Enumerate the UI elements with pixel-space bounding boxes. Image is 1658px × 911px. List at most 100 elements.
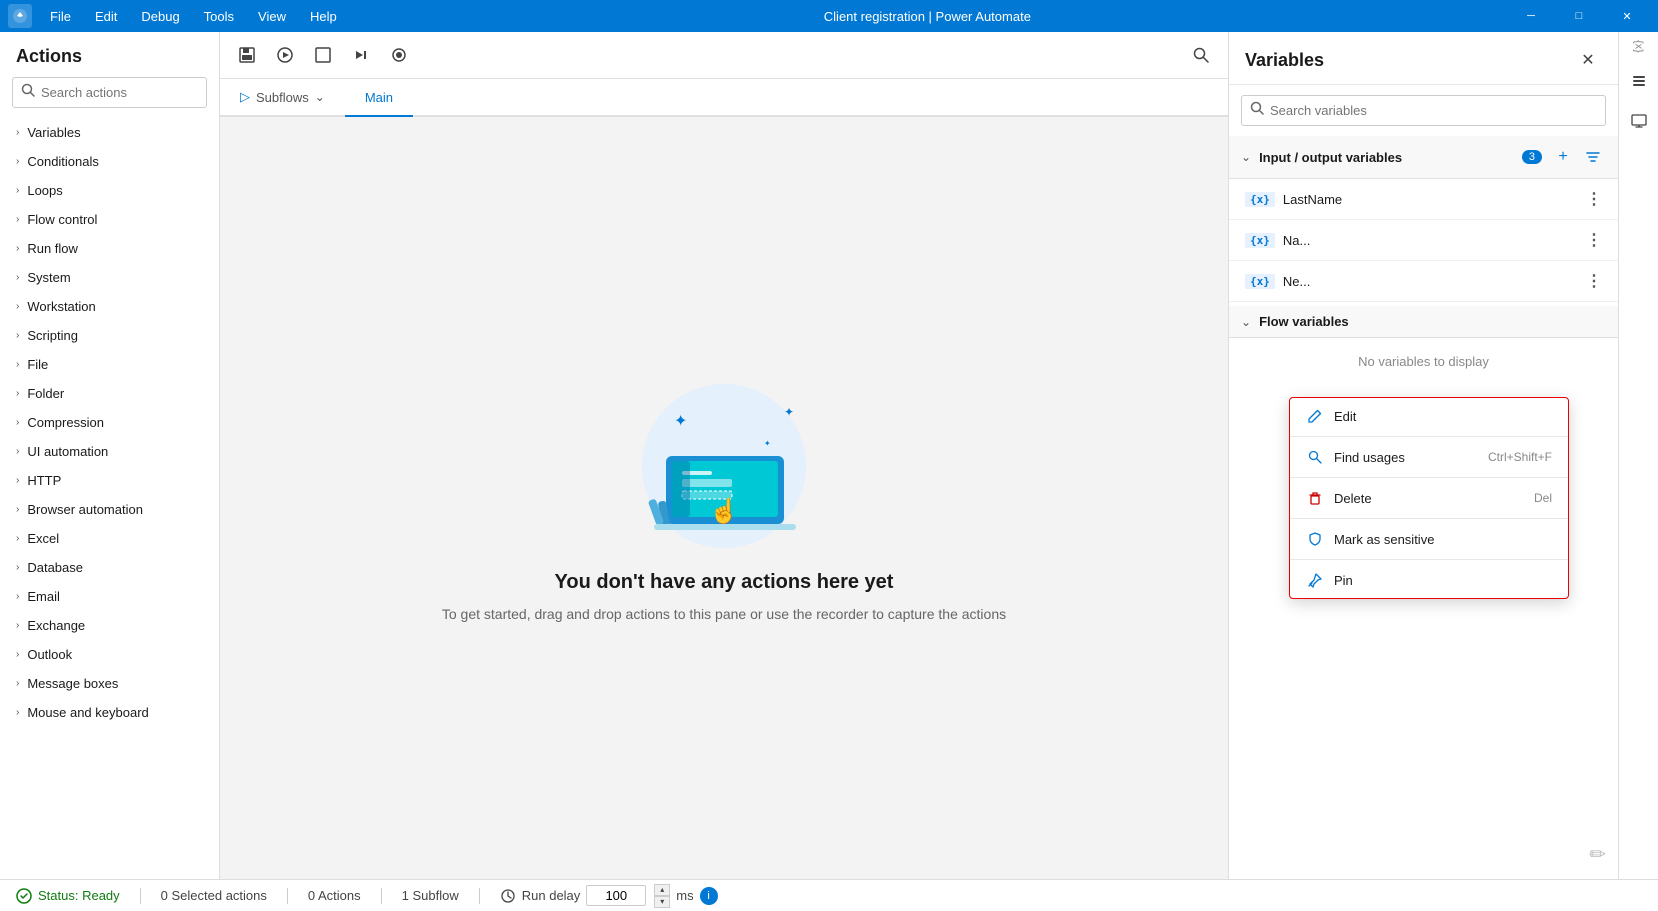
tab-subflows[interactable]: ▷ Subflows ⌄ [220, 79, 345, 117]
action-item-variables[interactable]: ›Variables [0, 118, 219, 147]
run-delay-spinner[interactable]: ▴ ▾ [654, 884, 670, 908]
spinner-down-button[interactable]: ▾ [654, 896, 670, 908]
status-divider [479, 888, 480, 904]
menu-tools[interactable]: Tools [194, 5, 244, 28]
statusbar: Status: Ready 0 Selected actions 0 Actio… [0, 879, 1658, 911]
action-item-conditionals[interactable]: ›Conditionals [0, 147, 219, 176]
action-item-browser-automation[interactable]: ›Browser automation [0, 495, 219, 524]
step-button[interactable] [346, 40, 376, 70]
chevron-icon: › [16, 127, 19, 138]
filter-variables-button[interactable] [1580, 144, 1606, 170]
menu-view[interactable]: View [248, 5, 296, 28]
action-item-folder[interactable]: ›Folder [0, 379, 219, 408]
toolbar [220, 32, 1228, 79]
info-button[interactable]: i [700, 887, 718, 905]
action-item-compression[interactable]: ›Compression [0, 408, 219, 437]
status-divider [287, 888, 288, 904]
menu-debug[interactable]: Debug [131, 5, 189, 28]
action-item-exchange[interactable]: ›Exchange [0, 611, 219, 640]
add-variable-button[interactable]: + [1550, 144, 1576, 170]
run-delay-input[interactable] [586, 885, 646, 906]
input-output-section-header[interactable]: ⌄ Input / output variables 3 + [1229, 136, 1618, 179]
var-name: Ne... [1283, 274, 1582, 289]
action-item-system[interactable]: ›System [0, 263, 219, 292]
svg-text:✦: ✦ [674, 413, 687, 430]
subflows-dropdown-icon[interactable]: ⌄ [315, 90, 325, 104]
menu-bar: File Edit Debug Tools View Help [40, 5, 347, 28]
action-item-file[interactable]: ›File [0, 350, 219, 379]
layers-button[interactable] [1623, 65, 1655, 97]
action-item-scripting[interactable]: ›Scripting [0, 321, 219, 350]
chevron-icon: › [16, 591, 19, 602]
action-item-run-flow[interactable]: ›Run flow [0, 234, 219, 263]
action-item-database[interactable]: ›Database [0, 553, 219, 582]
chevron-icon: › [16, 475, 19, 486]
close-button[interactable]: ✕ [1604, 0, 1650, 32]
variable-item-lastname[interactable]: {x} LastName ⋮ [1229, 179, 1618, 220]
action-item-mouse-keyboard[interactable]: ›Mouse and keyboard [0, 698, 219, 727]
maximize-button[interactable]: □ [1556, 0, 1602, 32]
empty-state-illustration: ✦ ✦ ✦ ✦ ☝ [614, 371, 834, 551]
record-button[interactable] [384, 40, 414, 70]
context-edit-label: Edit [1334, 409, 1356, 424]
chevron-icon: › [16, 504, 19, 515]
status-text: Status: Ready [38, 888, 120, 903]
context-menu-pin[interactable]: Pin [1290, 562, 1568, 598]
tabs-bar: ▷ Subflows ⌄ Main [220, 79, 1228, 117]
monitor-button[interactable] [1623, 105, 1655, 137]
tab-main[interactable]: Main [345, 79, 413, 117]
save-button[interactable] [232, 40, 262, 70]
minimize-button[interactable]: ─ [1508, 0, 1554, 32]
action-item-excel[interactable]: ›Excel [0, 524, 219, 553]
subflow-icon: ▷ [240, 89, 250, 105]
context-menu-edit[interactable]: Edit [1290, 398, 1568, 434]
section-chevron-icon: ⌄ [1241, 315, 1251, 329]
menu-edit[interactable]: Edit [85, 5, 127, 28]
flow-variables-section-header[interactable]: ⌄ Flow variables [1229, 306, 1618, 338]
variables-icon[interactable]: {x} [1633, 40, 1645, 53]
svg-text:✦: ✦ [764, 439, 771, 448]
context-menu-mark-sensitive[interactable]: Mark as sensitive [1290, 521, 1568, 557]
input-output-label: Input / output variables [1259, 150, 1522, 165]
variable-item-na[interactable]: {x} Na... ⋮ [1229, 220, 1618, 261]
action-item-email[interactable]: ›Email [0, 582, 219, 611]
chevron-icon: › [16, 301, 19, 312]
var-name: Na... [1283, 233, 1582, 248]
no-variables-text: No variables to display [1229, 338, 1618, 385]
variable-item-ne[interactable]: {x} Ne... ⋮ [1229, 261, 1618, 302]
action-item-ui-automation[interactable]: ›UI automation [0, 437, 219, 466]
context-mark-sensitive-label: Mark as sensitive [1334, 532, 1434, 547]
search-button[interactable] [1186, 40, 1216, 70]
action-item-workstation[interactable]: ›Workstation [0, 292, 219, 321]
variables-close-button[interactable]: ✕ [1574, 46, 1602, 74]
context-divider [1290, 559, 1568, 560]
search-variables-box[interactable] [1241, 95, 1606, 126]
context-menu-delete[interactable]: Delete Del [1290, 480, 1568, 516]
search-actions-icon [21, 83, 35, 102]
run-button[interactable] [270, 40, 300, 70]
var-tag: {x} [1245, 192, 1275, 207]
find-usages-icon [1306, 448, 1324, 466]
menu-help[interactable]: Help [300, 5, 347, 28]
action-item-loops[interactable]: ›Loops [0, 176, 219, 205]
spinner-up-button[interactable]: ▴ [654, 884, 670, 896]
search-variables-input[interactable] [1270, 103, 1597, 118]
variables-list: {x} LastName ⋮ {x} Na... ⋮ {x} Ne... ⋮ [1229, 179, 1618, 302]
search-actions-input[interactable] [41, 85, 198, 100]
action-item-flow-control[interactable]: ›Flow control [0, 205, 219, 234]
menu-file[interactable]: File [40, 5, 81, 28]
chevron-icon: › [16, 156, 19, 167]
variable-more-button[interactable]: ⋮ [1582, 269, 1606, 293]
var-tag: {x} [1245, 233, 1275, 248]
search-actions-box[interactable] [12, 77, 207, 108]
stop-button[interactable] [308, 40, 338, 70]
delete-shortcut: Del [1534, 491, 1552, 505]
action-item-http[interactable]: ›HTTP [0, 466, 219, 495]
edit-icon [1306, 407, 1324, 425]
action-item-outlook[interactable]: ›Outlook [0, 640, 219, 669]
context-menu-find-usages[interactable]: Find usages Ctrl+Shift+F [1290, 439, 1568, 475]
variable-more-button[interactable]: ⋮ [1582, 228, 1606, 252]
eraser-icon: ✏ [1589, 842, 1606, 867]
variable-more-button[interactable]: ⋮ [1582, 187, 1606, 211]
action-item-message-boxes[interactable]: ›Message boxes [0, 669, 219, 698]
